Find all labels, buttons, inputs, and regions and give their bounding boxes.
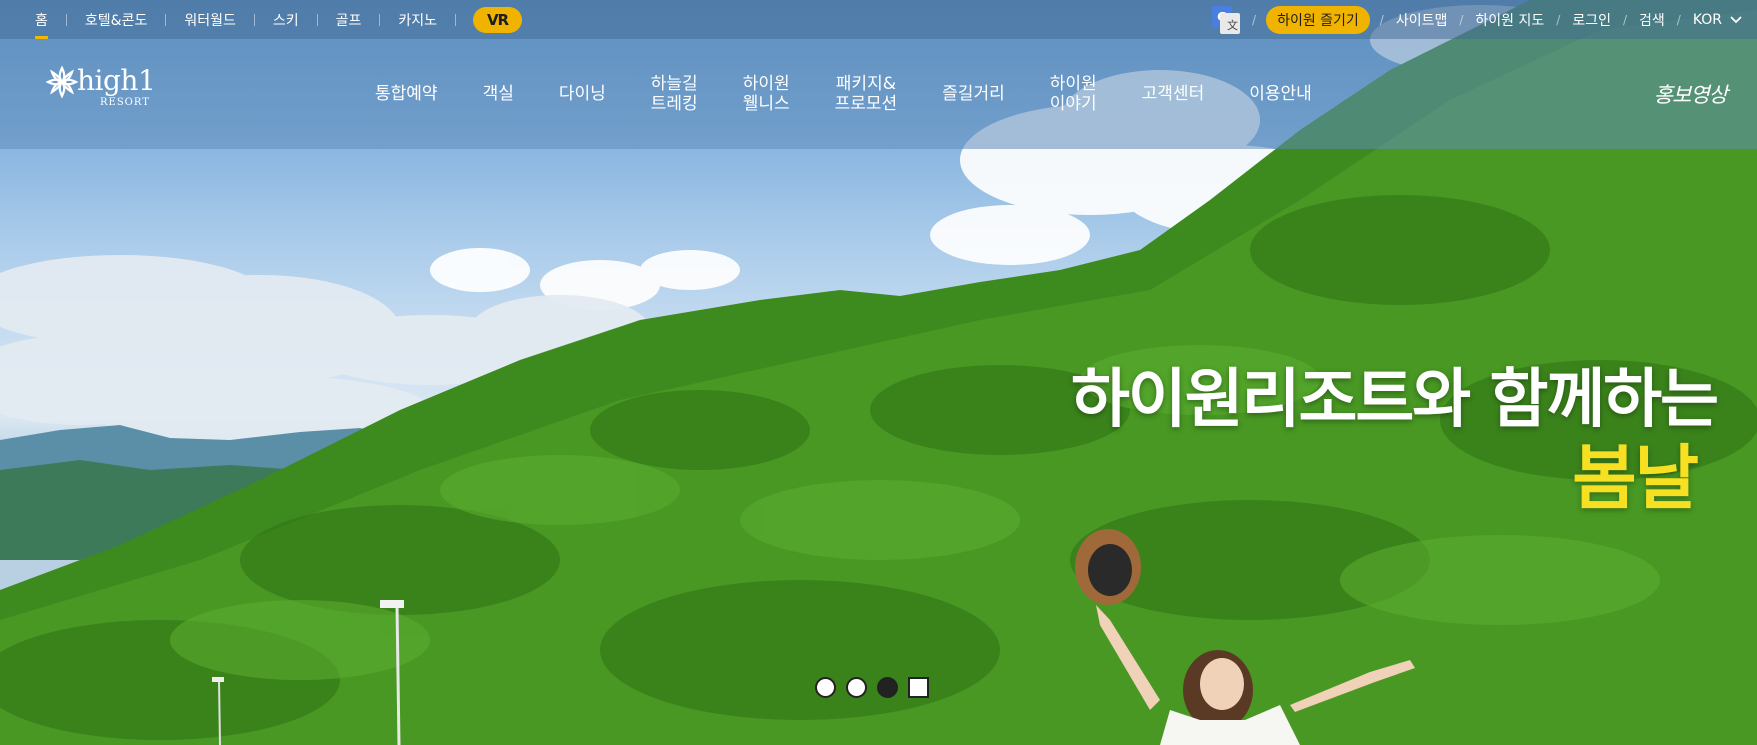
menu-wellness[interactable]: 하이원 웰니스 xyxy=(743,74,790,114)
menu-dining[interactable]: 다이닝 xyxy=(559,84,606,104)
tab-label: 홈 xyxy=(35,12,48,29)
headline-line-1: 하이원리조트와 함께하는 xyxy=(1071,363,1719,437)
enjoy-label: 하이원 즐기기 xyxy=(1277,12,1359,29)
high1-logo[interactable]: high1 RESORT xyxy=(45,64,165,114)
headline-line-2: 봄날 xyxy=(1572,437,1699,519)
tab-casino[interactable]: 카지노 xyxy=(380,0,455,39)
chevron-down-icon xyxy=(1730,15,1742,23)
menu-packages[interactable]: 패키지& 프로모션 xyxy=(835,74,898,114)
search-link[interactable]: 검색 xyxy=(1627,10,1677,30)
enjoy-high1-button[interactable]: 하이원 즐기기 xyxy=(1266,5,1370,34)
tab-waterworld[interactable]: 워터월드 xyxy=(166,0,254,39)
flower-logo-icon xyxy=(45,65,79,99)
gnb-menu: 통합예약 객실 다이닝 하늘길 트레킹 하이원 웰니스 패키지& 프로모션 즐길… xyxy=(375,39,1312,149)
property-tabs: 홈 호텔&콘도 워터월드 스키 골프 카지노 VR xyxy=(0,0,523,39)
language-label: KOR xyxy=(1692,11,1722,28)
promo-video-link[interactable]: 홍보영상 xyxy=(1654,79,1728,109)
menu-guide[interactable]: 이용안내 xyxy=(1249,84,1312,104)
translate-char-icon: 文 xyxy=(1220,12,1241,34)
google-translate-icon[interactable]: G 文 xyxy=(1212,5,1241,34)
menu-customer-center[interactable]: 고객센터 xyxy=(1142,84,1205,104)
tab-hotel-condo[interactable]: 호텔&콘도 xyxy=(67,0,165,39)
divider xyxy=(455,13,457,26)
menu-activities[interactable]: 즐길거리 xyxy=(942,84,1005,104)
map-link[interactable]: 하이원 지도 xyxy=(1463,10,1556,30)
tab-label: 골프 xyxy=(335,12,362,29)
tab-label: 호텔&콘도 xyxy=(84,12,148,29)
slider-dot-2[interactable] xyxy=(846,677,867,698)
language-select[interactable]: KOR xyxy=(1681,12,1742,28)
top-utility-bar: 홈 호텔&콘도 워터월드 스키 골프 카지노 VR G 文 / 하이원 즐기기 … xyxy=(0,0,1757,39)
menu-story[interactable]: 하이원 이야기 xyxy=(1050,74,1097,114)
sitemap-link[interactable]: 사이트맵 xyxy=(1384,10,1460,30)
vr-button[interactable]: VR xyxy=(473,6,523,33)
utility-links: G 文 / 하이원 즐기기 / 사이트맵 / 하이원 지도 / 로그인 / 검색… xyxy=(1212,0,1742,39)
menu-reservation[interactable]: 통합예약 xyxy=(375,84,438,104)
menu-sky-trekking[interactable]: 하늘길 트레킹 xyxy=(651,74,698,114)
tab-golf[interactable]: 골프 xyxy=(318,0,380,39)
divider: / xyxy=(1252,12,1257,27)
slider-dot-3[interactable] xyxy=(877,677,898,698)
main-navigation: high1 RESORT 통합예약 객실 다이닝 하늘길 트레킹 하이원 웰니스… xyxy=(0,39,1757,149)
hero-headline: 하이원리조트와 함께하는 봄날 xyxy=(1071,362,1719,519)
vr-label: VR xyxy=(486,10,509,29)
logo-wordmark: high1 xyxy=(77,64,156,97)
slider-dot-1[interactable] xyxy=(815,677,836,698)
slider-pause-button[interactable] xyxy=(908,677,929,698)
login-link[interactable]: 로그인 xyxy=(1560,10,1623,30)
logo-subtext: RESORT xyxy=(100,97,150,108)
tab-label: 워터월드 xyxy=(184,12,236,29)
tab-label: 스키 xyxy=(272,12,299,29)
slider-pagination xyxy=(815,677,929,698)
tab-label: 카지노 xyxy=(398,12,438,29)
menu-rooms[interactable]: 객실 xyxy=(483,84,514,104)
tab-home[interactable]: 홈 xyxy=(0,0,66,39)
tab-ski[interactable]: 스키 xyxy=(255,0,317,39)
